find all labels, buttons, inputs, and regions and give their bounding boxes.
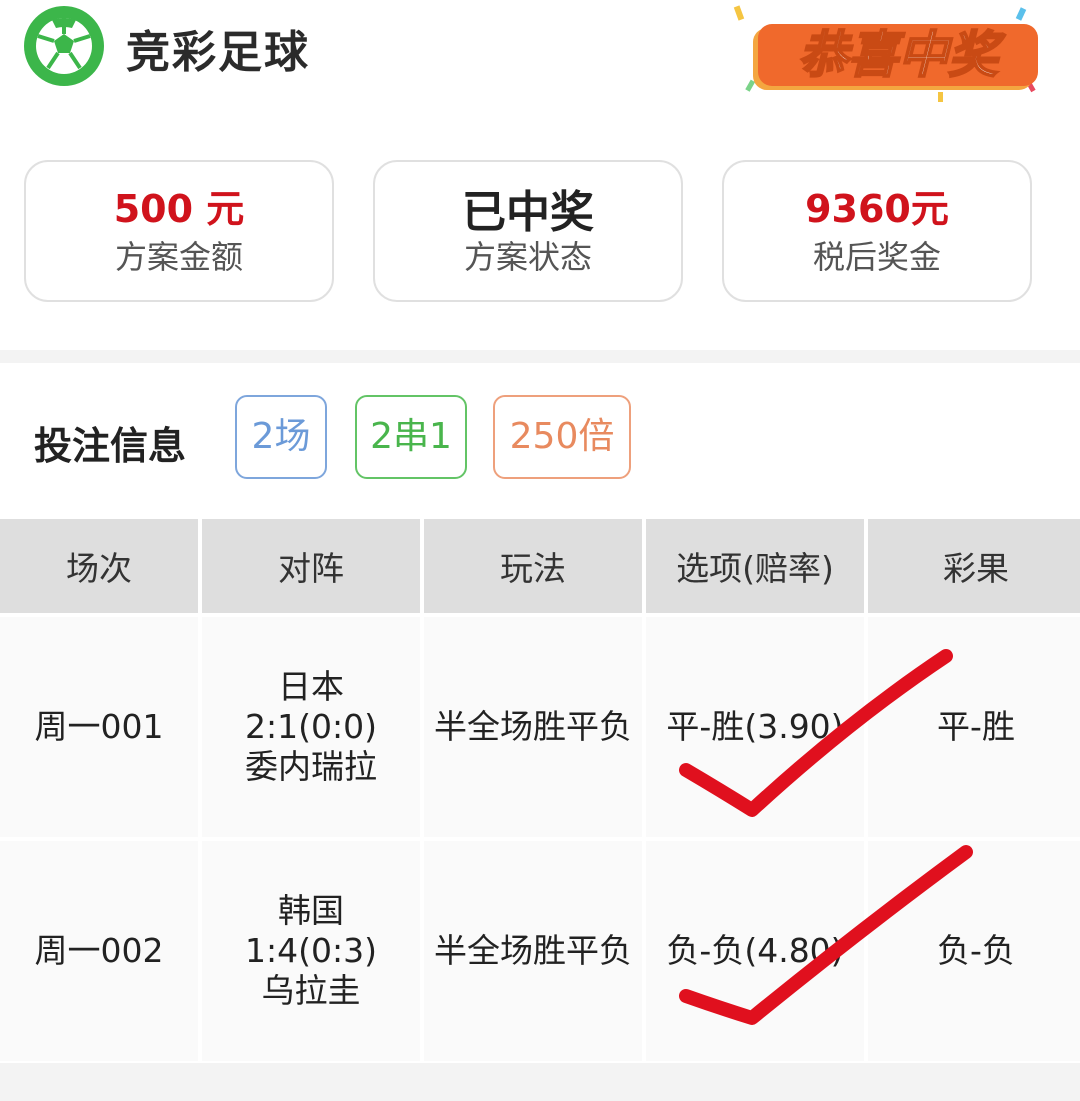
header-matchup: 对阵 bbox=[202, 519, 420, 613]
amount-stat: 500 元 方案金额 bbox=[24, 160, 334, 302]
away-team: 乌拉圭 bbox=[261, 971, 361, 1010]
matchup: 日本 2:1(0:0) 委内瑞拉 bbox=[202, 617, 420, 837]
score: 1:4(0:3) bbox=[245, 931, 377, 970]
table-header-row: 场次 对阵 玩法 选项(赔率) 彩果 bbox=[0, 519, 1080, 613]
matches-count-tag: 2场 bbox=[235, 395, 327, 479]
score: 2:1(0:0) bbox=[245, 707, 377, 746]
bet-info-title: 投注信息 bbox=[34, 424, 187, 468]
match-no: 周一001 bbox=[0, 617, 198, 837]
prize-label: 税后奖金 bbox=[812, 238, 941, 276]
amount-label: 方案金额 bbox=[114, 238, 243, 276]
bet-info-card: 投注信息 2场 2串1 250倍 场次 对阵 玩法 选项(赔率) 彩果 周一00… bbox=[0, 363, 1080, 1063]
header-option: 选项(赔率) bbox=[646, 519, 864, 613]
status-label: 方案状态 bbox=[463, 238, 592, 276]
home-team: 韩国 bbox=[278, 891, 344, 930]
option-odds: 负-负(4.80) bbox=[646, 841, 864, 1061]
parlay-type-tag: 2串1 bbox=[355, 395, 467, 479]
status-stat: 已中奖 方案状态 bbox=[373, 160, 683, 302]
play-type: 半全场胜平负 bbox=[424, 617, 642, 837]
away-team: 委内瑞拉 bbox=[245, 747, 377, 786]
header-match-no: 场次 bbox=[0, 519, 198, 613]
summary-card: 竞彩足球 恭喜中奖 500 元 方案金额 已中奖 方案状态 9360元 税后奖金 bbox=[0, 0, 1080, 350]
prize-stat: 9360元 税后奖金 bbox=[722, 160, 1032, 302]
option-odds: 平-胜(3.90) bbox=[646, 617, 864, 837]
soccer-ball-icon bbox=[24, 6, 104, 86]
header-play: 玩法 bbox=[424, 519, 642, 613]
play-type: 半全场胜平负 bbox=[424, 841, 642, 1061]
prize-value: 9360元 bbox=[805, 187, 949, 231]
status-value: 已中奖 bbox=[462, 187, 594, 238]
home-team: 日本 bbox=[278, 667, 344, 706]
banner-text: 恭喜中奖 bbox=[798, 26, 1006, 84]
result: 平-胜 bbox=[868, 617, 1080, 837]
congrats-banner: 恭喜中奖 bbox=[733, 5, 1038, 102]
header-result: 彩果 bbox=[868, 519, 1080, 613]
amount-value: 500 元 bbox=[113, 187, 245, 231]
matchup: 韩国 1:4(0:3) 乌拉圭 bbox=[202, 841, 420, 1061]
table-row[interactable]: 周一002 韩国 1:4(0:3) 乌拉圭 半全场胜平负 负-负(4.80) 负… bbox=[0, 841, 1080, 1061]
match-no: 周一002 bbox=[0, 841, 198, 1061]
multiplier-tag: 250倍 bbox=[493, 395, 631, 479]
app-title: 竞彩足球 bbox=[126, 27, 310, 78]
table-row[interactable]: 周一001 日本 2:1(0:0) 委内瑞拉 半全场胜平负 平-胜(3.90) … bbox=[0, 617, 1080, 837]
result: 负-负 bbox=[868, 841, 1080, 1061]
bet-table: 场次 对阵 玩法 选项(赔率) 彩果 周一001 日本 2:1(0:0) 委内瑞… bbox=[0, 515, 1080, 1065]
